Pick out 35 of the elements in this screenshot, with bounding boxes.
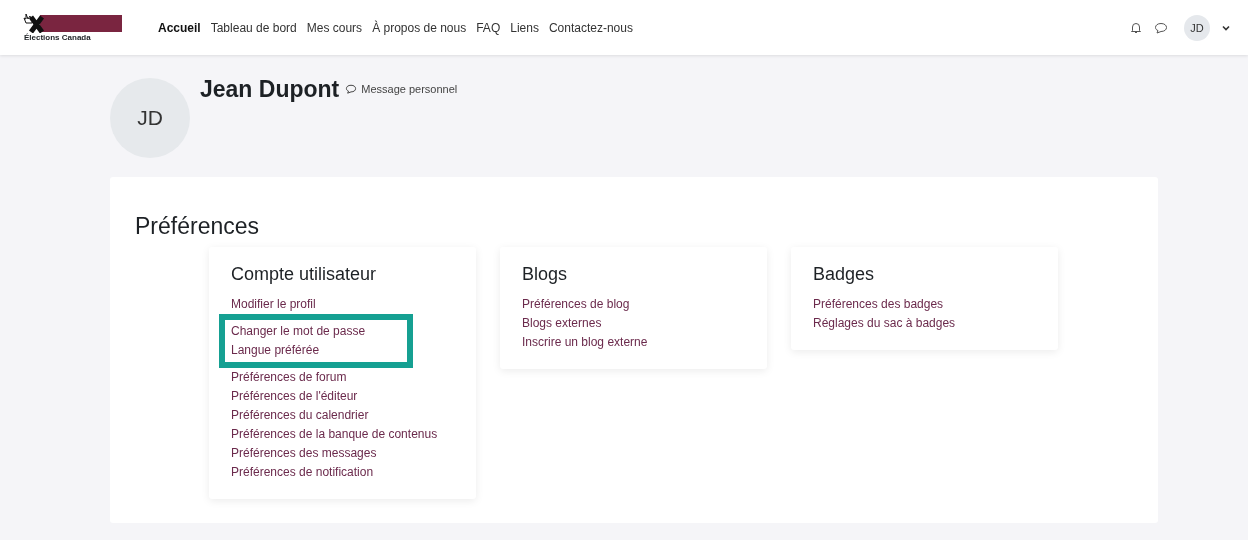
caret-icon[interactable] (1222, 24, 1230, 31)
user-avatar[interactable]: JD (1184, 14, 1210, 41)
preference-link[interactable]: Préférences de la banque de contenus (231, 425, 454, 444)
preference-link[interactable]: Préférences des messages (231, 444, 454, 463)
nav-link[interactable]: FAQ (476, 20, 501, 35)
preference-link[interactable]: Préférences du calendrier (231, 406, 454, 425)
logo-icon (22, 13, 122, 33)
preference-link[interactable]: Préférences de l'éditeur (231, 387, 454, 406)
card-heading: Compte utilisateur (231, 263, 378, 285)
message-link[interactable]: Message personnel (345, 83, 458, 95)
preference-link[interactable]: Blogs externes (522, 314, 745, 333)
preference-link[interactable]: Préférences de notification (231, 463, 454, 482)
preference-link[interactable]: Préférences des badges (813, 295, 1036, 314)
preference-link[interactable]: Réglages du sac à badges (813, 314, 1036, 333)
card-heading: Blogs (522, 263, 569, 285)
nav-link[interactable]: Tableau de bord (210, 20, 297, 35)
nav-link[interactable]: Liens (510, 20, 539, 35)
nav-link[interactable]: À propos de nous (372, 20, 467, 35)
logo-text: Élections Canada (24, 33, 92, 42)
chat-icon[interactable] (1154, 21, 1168, 34)
preference-link[interactable]: Langue préférée (219, 341, 413, 368)
nav-link[interactable]: Mes cours (306, 20, 363, 35)
nav-link[interactable]: Accueil (158, 20, 201, 35)
preference-link[interactable]: Changer le mot de passe (219, 314, 413, 341)
user-name: Jean Dupont (200, 75, 340, 103)
preferences-heading: Préférences (135, 213, 260, 239)
bell-icon[interactable] (1130, 21, 1142, 34)
preference-link[interactable]: Préférences de blog (522, 295, 745, 314)
preference-link[interactable]: Inscrire un blog externe (522, 333, 745, 352)
chat-icon (345, 84, 358, 94)
preference-link[interactable]: Préférences de forum (231, 368, 454, 387)
profile-avatar: JD (110, 78, 190, 158)
preference-link[interactable]: Modifier le profil (231, 295, 454, 314)
nav-link[interactable]: Contactez-nous (548, 20, 633, 35)
card-heading: Badges (813, 263, 876, 285)
